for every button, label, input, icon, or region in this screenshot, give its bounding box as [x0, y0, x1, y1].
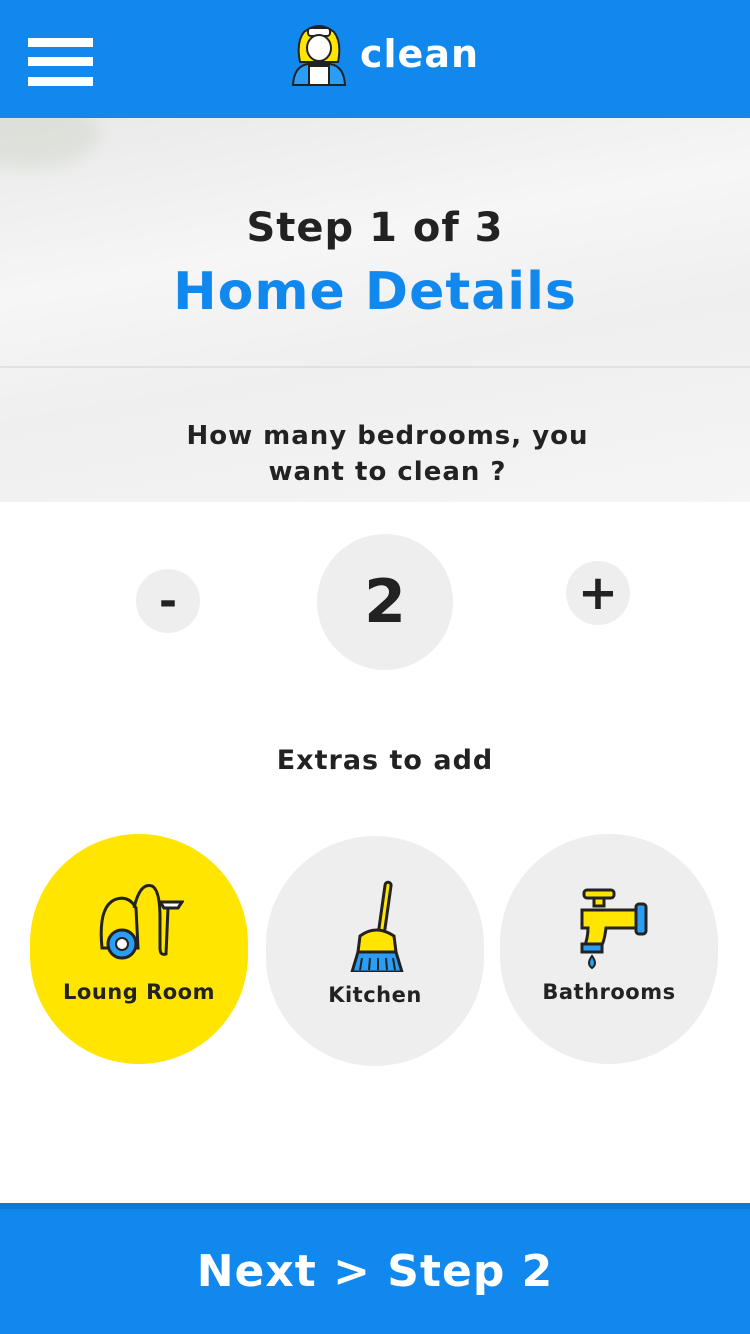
- increment-button[interactable]: +: [566, 561, 630, 625]
- extra-label: Bathrooms: [542, 980, 676, 1004]
- next-step-button[interactable]: Next > Step 2: [0, 1203, 750, 1334]
- extra-kitchen[interactable]: Kitchen: [266, 836, 484, 1066]
- extra-label: Loung Room: [63, 980, 215, 1004]
- bedrooms-question: How many bedrooms, you want to clean ?: [186, 421, 589, 487]
- step-indicator: Step 1 of 3: [246, 205, 504, 251]
- extra-label: Kitchen: [328, 983, 422, 1007]
- app-header: clean: [0, 0, 750, 118]
- app-name: clean: [360, 32, 480, 76]
- broom-icon: [350, 880, 404, 972]
- vacuum-cleaner-icon: [99, 883, 184, 960]
- bedroom-count: 2: [317, 534, 453, 670]
- decrement-button[interactable]: -: [136, 569, 200, 633]
- page-title: Home Details: [173, 262, 577, 322]
- extra-bathrooms[interactable]: Bathrooms: [500, 834, 718, 1064]
- extra-loung-room[interactable]: Loung Room: [30, 834, 248, 1064]
- next-step-label: Next > Step 2: [196, 1246, 554, 1297]
- water-tap-icon: [580, 888, 648, 970]
- hamburger-menu-icon[interactable]: [28, 38, 93, 86]
- maid-avatar-icon: [291, 25, 347, 86]
- extras-title: Extras to add: [276, 745, 494, 776]
- brand: clean: [290, 22, 479, 86]
- divider: [0, 366, 750, 368]
